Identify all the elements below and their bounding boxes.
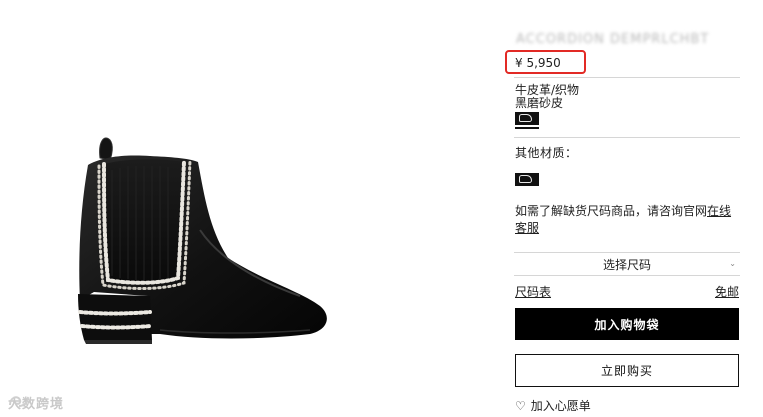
watermark: 大数跨境 bbox=[8, 393, 64, 412]
product-image: 大数跨境 bbox=[0, 0, 470, 417]
product-price: ¥ 5,950 bbox=[515, 56, 561, 70]
notice-text: 如需了解缺货尺码商品，请咨询官网 bbox=[515, 204, 708, 218]
product-details: ACCORDION DEMPRLCHBT ¥ 5,950 牛皮革/织物 黑磨砂皮… bbox=[505, 0, 740, 417]
size-select-label: 选择尺码 bbox=[602, 257, 651, 272]
wishlist-label: 加入心愿单 bbox=[530, 399, 591, 413]
color-swatch-selected[interactable] bbox=[515, 112, 539, 125]
product-name: ACCORDION DEMPRLCHBT bbox=[516, 32, 710, 47]
other-materials-label: 其他材质： bbox=[515, 146, 578, 160]
boot-swatch-icon bbox=[519, 175, 532, 183]
swatch-selected-indicator bbox=[515, 127, 539, 129]
free-shipping-link[interactable]: 免邮 bbox=[715, 283, 739, 300]
divider bbox=[514, 137, 740, 138]
heart-icon: ♡ bbox=[515, 398, 526, 413]
boot-illustration bbox=[78, 137, 327, 344]
boot-swatch-icon bbox=[519, 114, 532, 122]
chevron-down-icon: ⌄ bbox=[729, 259, 736, 268]
material-finish: 黑磨砂皮 bbox=[515, 96, 564, 110]
watermark-logo-icon bbox=[9, 396, 29, 407]
divider bbox=[514, 77, 740, 78]
online-service-link-continued[interactable]: 客服 bbox=[515, 221, 539, 235]
color-swatch-alternate[interactable] bbox=[515, 173, 539, 186]
add-to-wishlist[interactable]: ♡ 加入心愿单 bbox=[515, 397, 591, 414]
out-of-stock-notice: 如需了解缺货尺码商品，请咨询官网在线客服 bbox=[515, 203, 737, 237]
buy-now-button[interactable]: 立即购买 bbox=[515, 354, 739, 387]
add-to-bag-button[interactable]: 加入购物袋 bbox=[515, 308, 739, 340]
material-composition: 牛皮革/织物 bbox=[515, 83, 580, 97]
size-chart-link[interactable]: 尺码表 bbox=[515, 283, 551, 300]
size-select[interactable]: 选择尺码 ⌄ bbox=[514, 252, 740, 276]
online-service-link[interactable]: 在线 bbox=[707, 204, 731, 218]
